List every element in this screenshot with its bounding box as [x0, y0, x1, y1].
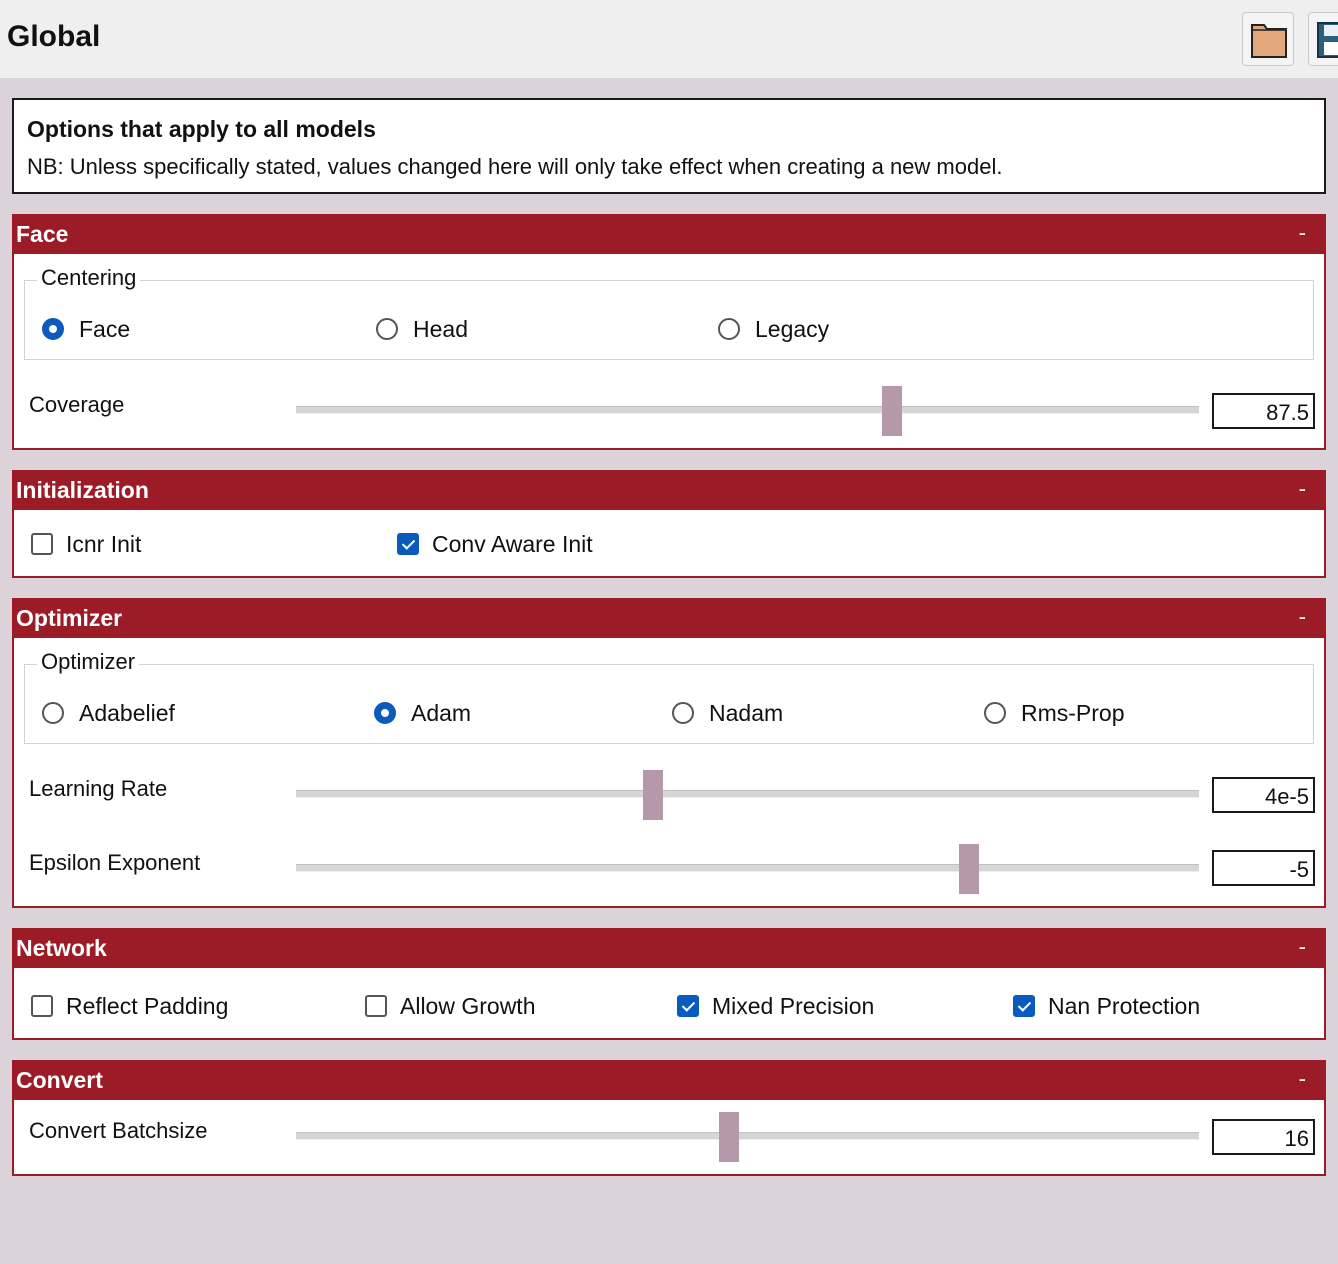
collapse-button[interactable]: -	[1299, 476, 1306, 502]
checkbox-label-conv-aware-init: Conv Aware Init	[432, 531, 593, 557]
section-face: Face - Centering Face Head Legacy Covera…	[12, 214, 1326, 450]
radio-label-nadam: Nadam	[709, 700, 784, 726]
group-legend: Optimizer	[37, 649, 140, 675]
checkbox-label-allow-growth: Allow Growth	[400, 993, 536, 1019]
radio-nadam[interactable]	[672, 702, 694, 724]
checkbox-nan-protection[interactable]	[1013, 995, 1035, 1017]
page-title: Global	[7, 20, 101, 53]
section-title: Optimizer	[16, 605, 123, 631]
section-optimizer: Optimizer - Optimizer Adabelief Adam Nad…	[12, 598, 1326, 908]
coverage-value-field[interactable]: 87.5	[1212, 393, 1315, 429]
info-box: Options that apply to all models NB: Unl…	[12, 98, 1326, 194]
radio-head[interactable]	[376, 318, 398, 340]
epsilon-exponent-value-field[interactable]: -5	[1212, 850, 1315, 886]
radio-adabelief[interactable]	[42, 702, 64, 724]
radio-adam[interactable]	[374, 702, 396, 724]
checkbox-conv-aware-init[interactable]	[397, 533, 419, 555]
section-title: Initialization	[16, 477, 149, 503]
checkbox-label-nan-protection: Nan Protection	[1048, 993, 1201, 1019]
info-text: NB: Unless specifically stated, values c…	[27, 154, 1003, 179]
section-network: Network - Reflect Padding Allow Growth M…	[12, 928, 1326, 1040]
group-legend: Centering	[37, 265, 141, 291]
collapse-button[interactable]: -	[1299, 604, 1306, 630]
radio-label-head: Head	[413, 316, 468, 342]
checkbox-allow-growth[interactable]	[365, 995, 387, 1017]
checkbox-label-mixed-precision: Mixed Precision	[712, 993, 875, 1019]
section-title: Face	[16, 221, 69, 247]
section-convert-header[interactable]: Convert -	[12, 1060, 1326, 1100]
radio-label-face: Face	[79, 316, 131, 342]
folder-icon	[1251, 24, 1287, 58]
checkbox-label-icnr-init: Icnr Init	[66, 531, 142, 557]
save-icon	[1317, 22, 1338, 58]
radio-label-rms-prop: Rms-Prop	[1021, 700, 1125, 726]
checkbox-reflect-padding[interactable]	[31, 995, 53, 1017]
section-title: Convert	[16, 1067, 103, 1093]
save-button[interactable]	[1308, 12, 1338, 66]
collapse-button[interactable]: -	[1299, 934, 1306, 960]
radio-face[interactable]	[42, 318, 64, 340]
epsilon-exponent-slider-track[interactable]	[296, 864, 1199, 872]
section-network-header[interactable]: Network -	[12, 928, 1326, 968]
convert-batchsize-slider-track[interactable]	[296, 1132, 1199, 1140]
radio-label-adabelief: Adabelief	[79, 700, 175, 726]
convert-batchsize-slider-thumb[interactable]	[719, 1112, 740, 1162]
section-optimizer-header[interactable]: Optimizer -	[12, 598, 1326, 638]
radio-label-legacy: Legacy	[755, 316, 830, 342]
info-heading: Options that apply to all models	[27, 116, 376, 142]
checkbox-label-reflect-padding: Reflect Padding	[66, 993, 229, 1019]
checkbox-mixed-precision[interactable]	[677, 995, 699, 1017]
optimizer-group: Optimizer Adabelief Adam Nadam Rms-Prop	[24, 649, 1314, 744]
collapse-button[interactable]: -	[1299, 1066, 1306, 1092]
learning-rate-slider-thumb[interactable]	[642, 770, 663, 820]
section-initialization-header[interactable]: Initialization -	[12, 470, 1326, 510]
learning-rate-label: Learning Rate	[29, 776, 168, 801]
radio-legacy[interactable]	[718, 318, 740, 340]
learning-rate-slider-track[interactable]	[296, 790, 1199, 798]
header-bar: Global	[0, 0, 1338, 78]
learning-rate-value-field[interactable]: 4e-5	[1212, 777, 1315, 813]
epsilon-exponent-label: Epsilon Exponent	[29, 850, 201, 875]
coverage-slider-track[interactable]	[296, 406, 1199, 414]
open-folder-button[interactable]	[1242, 12, 1294, 66]
coverage-label: Coverage	[29, 392, 125, 417]
section-title: Network	[16, 935, 107, 961]
convert-batchsize-value-field[interactable]: 16	[1212, 1119, 1315, 1155]
epsilon-exponent-slider-thumb[interactable]	[958, 844, 979, 894]
coverage-slider-thumb[interactable]	[881, 386, 902, 436]
convert-batchsize-label: Convert Batchsize	[29, 1118, 208, 1143]
checkbox-icnr-init[interactable]	[31, 533, 53, 555]
radio-rms-prop[interactable]	[984, 702, 1006, 724]
centering-group: Centering Face Head Legacy	[24, 265, 1314, 360]
radio-label-adam: Adam	[411, 700, 472, 726]
section-initialization: Initialization - Icnr Init Conv Aware In…	[12, 470, 1326, 578]
section-convert: Convert - Convert Batchsize 16	[12, 1060, 1326, 1176]
collapse-button[interactable]: -	[1299, 220, 1306, 246]
section-face-header[interactable]: Face -	[12, 214, 1326, 254]
